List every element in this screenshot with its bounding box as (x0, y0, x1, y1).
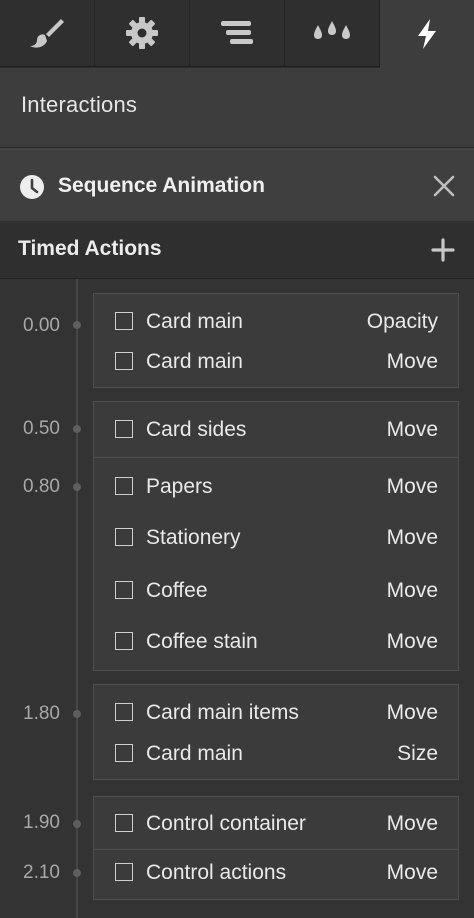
row-checkbox[interactable] (115, 744, 133, 762)
action-type: Move (386, 418, 438, 441)
action-row[interactable]: Card main Opacity (94, 302, 458, 342)
action-type: Move (386, 350, 438, 373)
row-checkbox[interactable] (115, 814, 133, 832)
row-checkbox[interactable] (115, 863, 133, 881)
tab-effects[interactable] (285, 0, 380, 67)
clock-icon (20, 175, 44, 199)
action-type: Move (386, 861, 438, 884)
time-label: 2.10 (23, 862, 60, 883)
timeline-dot (73, 321, 81, 329)
action-row[interactable]: Card main Size (94, 734, 458, 774)
action-group: Card sides Move Papers Move Stationery M… (93, 401, 459, 671)
group-divider (94, 457, 458, 458)
target-name: Card main (146, 350, 243, 373)
close-icon[interactable] (432, 174, 456, 198)
action-row[interactable]: Card main items Move (94, 693, 458, 733)
action-row[interactable]: Coffee Move (94, 571, 458, 611)
panel-tab-bar (0, 0, 474, 68)
group-divider (94, 849, 458, 850)
sequence-title: Sequence Animation (58, 174, 265, 197)
brush-icon (30, 19, 64, 48)
row-checkbox[interactable] (115, 703, 133, 721)
target-name: Card sides (146, 418, 247, 441)
row-checkbox[interactable] (115, 581, 133, 599)
action-row[interactable]: Card main Move (94, 342, 458, 382)
time-label: 0.00 (23, 315, 60, 336)
tab-interactions[interactable] (380, 0, 474, 68)
action-type: Move (386, 701, 438, 724)
action-row[interactable]: Control actions Move (94, 853, 458, 893)
timeline-dot (73, 820, 81, 828)
timeline-dot (73, 483, 81, 491)
target-name: Control actions (146, 861, 287, 884)
row-checkbox[interactable] (115, 312, 133, 330)
row-checkbox[interactable] (115, 632, 133, 650)
timeline: 0.00 0.50 0.80 1.80 1.90 2.10 Card main … (0, 279, 474, 918)
target-name: Coffee (146, 579, 208, 602)
time-label: 1.90 (23, 812, 60, 833)
timeline-dot (73, 710, 81, 718)
gear-icon (126, 17, 158, 49)
action-type: Size (397, 742, 438, 765)
action-type: Move (386, 579, 438, 602)
action-group: Control container Move Control actions M… (93, 796, 459, 900)
tab-settings[interactable] (95, 0, 190, 67)
target-name: Stationery (146, 526, 241, 549)
timed-actions-title: Timed Actions (18, 237, 162, 260)
action-row[interactable]: Stationery Move (94, 518, 458, 558)
row-checkbox[interactable] (115, 477, 133, 495)
sequence-animation-header: Sequence Animation (0, 149, 474, 221)
action-row[interactable]: Card sides Move (94, 410, 458, 450)
time-label: 1.80 (23, 703, 60, 724)
action-row[interactable]: Coffee stain Move (94, 622, 458, 662)
action-type: Move (386, 526, 438, 549)
row-checkbox[interactable] (115, 528, 133, 546)
target-name: Card main (146, 310, 243, 333)
action-row[interactable]: Papers Move (94, 467, 458, 507)
action-type: Move (386, 475, 438, 498)
target-name: Card main items (146, 701, 299, 724)
row-checkbox[interactable] (115, 352, 133, 370)
timed-actions-header: Timed Actions (0, 221, 474, 279)
row-checkbox[interactable] (115, 420, 133, 438)
action-group: Card main items Move Card main Size (93, 684, 459, 780)
action-type: Move (386, 630, 438, 653)
timeline-dot (73, 425, 81, 433)
timeline-dot (73, 869, 81, 877)
time-label: 0.80 (23, 476, 60, 497)
tab-navigator[interactable] (190, 0, 285, 67)
action-type: Move (386, 812, 438, 835)
time-label: 0.50 (23, 418, 60, 439)
target-name: Control container (146, 812, 306, 835)
action-type: Opacity (366, 310, 438, 333)
navigator-icon (221, 21, 253, 44)
target-name: Coffee stain (146, 630, 258, 653)
tab-style[interactable] (0, 0, 95, 67)
action-row[interactable]: Control container Move (94, 804, 458, 844)
drops-icon (314, 21, 350, 39)
plus-icon[interactable] (431, 238, 455, 262)
action-group: Card main Opacity Card main Move (93, 293, 459, 388)
lightning-icon (418, 19, 436, 49)
interactions-title: Interactions (21, 92, 138, 117)
target-name: Papers (146, 475, 213, 498)
target-name: Card main (146, 742, 243, 765)
interactions-header: Interactions (0, 68, 474, 148)
